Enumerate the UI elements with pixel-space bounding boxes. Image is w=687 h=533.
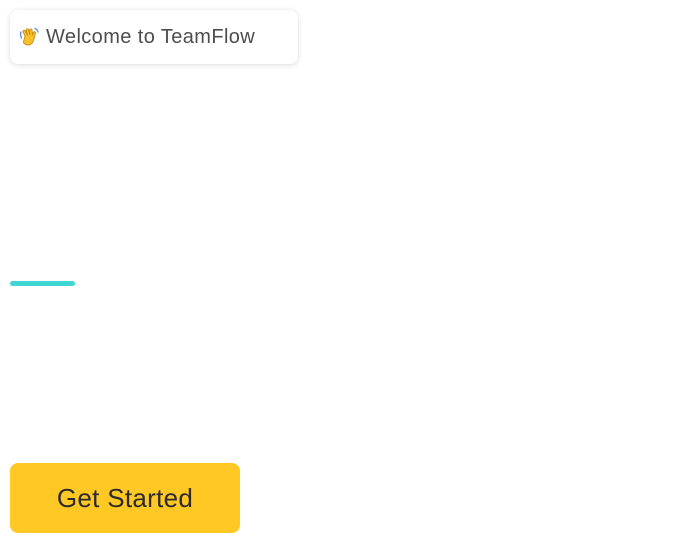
get-started-button[interactable]: Get Started (10, 463, 240, 533)
accent-divider (10, 281, 75, 286)
welcome-title: Welcome to TeamFlow (46, 25, 256, 48)
welcome-banner: Welcome to TeamFlow (10, 10, 298, 64)
onboarding-page: Welcome to TeamFlow Get Started (0, 0, 687, 533)
waving-hand-icon (18, 26, 40, 48)
